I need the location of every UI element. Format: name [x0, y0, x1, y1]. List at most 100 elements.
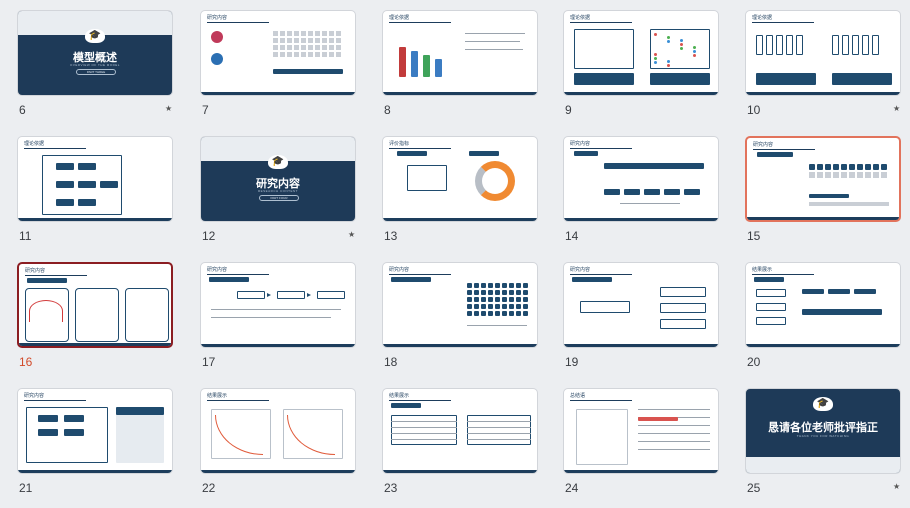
part-pill: PART FOUR [259, 195, 299, 201]
slide-cell-23[interactable]: 结果展示 23 [382, 388, 540, 508]
slide-thumbnail-15[interactable]: 研究内容 [745, 136, 901, 222]
grid-cell [308, 31, 313, 36]
grid-cell [488, 290, 493, 295]
header-chip [27, 278, 67, 283]
table-row-line [391, 439, 457, 440]
slide-cell-24[interactable]: 总结语 24 [563, 388, 721, 508]
slide-cell-15[interactable]: 研究内容 15 [745, 136, 903, 256]
table-row-line [467, 439, 531, 440]
slide-cell-19[interactable]: 研究内容 19 [563, 262, 721, 382]
text-line [638, 433, 710, 434]
slide-thumbnail-7[interactable]: 研究内容 [200, 10, 356, 96]
grid-cell [825, 164, 831, 170]
grid-cell [865, 164, 871, 170]
slide-cell-14[interactable]: 研究内容 14 [563, 136, 721, 256]
grid-cell [467, 304, 472, 309]
slide-subtitle: OVERVIEW OF THE MODEL [70, 63, 120, 67]
grid-cell [322, 31, 327, 36]
grid-cell [523, 304, 528, 309]
slide-cell-25[interactable]: 🎓 恳请各位老师批评指正 THANK YOU FOR WATCHING 25 ★ [745, 388, 903, 508]
slide-cell-21[interactable]: 研究内容 21 [17, 388, 175, 508]
slide-header: 结果展示 [389, 393, 410, 399]
slide-thumbnail-14[interactable]: 研究内容 [563, 136, 719, 222]
side-panel-header [116, 407, 164, 415]
title-slide-band [746, 457, 900, 473]
slide-cell-8[interactable]: 理论依据 8 [382, 10, 540, 130]
slide-subtitle: THANK YOU FOR WATCHING [796, 434, 850, 438]
slide-cell-12[interactable]: 🎓 研究内容 RESEARCH CONTENT PART FOUR 12 ★ [200, 136, 358, 256]
grid-cell [873, 164, 879, 170]
slide-thumbnail-10[interactable]: 理论依据 [745, 10, 901, 96]
header-chip [391, 403, 421, 408]
slide-thumbnail-8[interactable]: 理论依据 [382, 10, 538, 96]
chart-bar [411, 51, 418, 77]
slide-cell-11[interactable]: 理论依据 11 [17, 136, 175, 256]
slide-thumbnail-22[interactable]: 结果展示 [200, 388, 356, 474]
slide-header: 结果展示 [752, 267, 773, 273]
slide-thumbnail-11[interactable]: 理论依据 [17, 136, 173, 222]
grid-cell [474, 283, 479, 288]
scatter-dot [680, 47, 683, 50]
slide-cell-16[interactable]: 研究内容 16 [17, 262, 175, 382]
grid-cell [336, 52, 341, 57]
slide-thumbnail-19[interactable]: 研究内容 [563, 262, 719, 348]
slide-footer-bar [383, 470, 537, 473]
left-box [756, 289, 786, 297]
grid-cell [329, 31, 334, 36]
grid-cell [495, 304, 500, 309]
slide-thumbnail-16[interactable]: 研究内容 [17, 262, 173, 348]
slide-header: 评价指标 [389, 141, 410, 147]
grid-cell [322, 45, 327, 50]
header-underline [570, 148, 632, 149]
slide-thumbnail-13[interactable]: 评价指标 [382, 136, 538, 222]
slide-thumbnail-9[interactable]: 理论依据 [563, 10, 719, 96]
slide-cell-17[interactable]: 研究内容 17 [200, 262, 358, 382]
text-line [620, 203, 680, 204]
grid-cell [474, 290, 479, 295]
slide-footer-bar [201, 344, 355, 347]
scatter-dot [693, 54, 696, 57]
slide-cell-10[interactable]: 理论依据 10 ★ [745, 10, 903, 130]
slide-cell-20[interactable]: 结果展示 20 [745, 262, 903, 382]
text-line [638, 441, 710, 442]
text-line [638, 425, 710, 426]
grid-cell [467, 283, 472, 288]
slide-cell-22[interactable]: 结果展示 22 [200, 388, 358, 508]
slide-thumbnail-20[interactable]: 结果展示 [745, 262, 901, 348]
slide-thumbnail-18[interactable]: 研究内容 [382, 262, 538, 348]
slide-thumbnail-23[interactable]: 结果展示 [382, 388, 538, 474]
slide-thumbnail-12[interactable]: 🎓 研究内容 RESEARCH CONTENT PART FOUR [200, 136, 356, 222]
graduation-cap-icon: 🎓 [813, 397, 833, 411]
result-table [391, 415, 457, 445]
graduation-cap-icon: 🎓 [85, 29, 105, 43]
grid-cell [841, 172, 847, 178]
scatter-dot [667, 60, 670, 63]
flow-node [64, 429, 84, 436]
header-underline [389, 22, 451, 23]
slide-thumbnail-25[interactable]: 🎓 恳请各位老师批评指正 THANK YOU FOR WATCHING [745, 388, 901, 474]
slide-thumbnail-6[interactable]: 🎓 模型概述 OVERVIEW OF THE MODEL PART THREE [17, 10, 173, 96]
header-underline [389, 274, 451, 275]
slide-cell-6[interactable]: 🎓 模型概述 OVERVIEW OF THE MODEL PART THREE 6 ★ [17, 10, 175, 130]
slide-thumbnail-17[interactable]: 研究内容 [200, 262, 356, 348]
slide-thumbnail-21[interactable]: 研究内容 [17, 388, 173, 474]
flow-node [237, 291, 265, 299]
wide-bar [604, 163, 704, 169]
animation-star-icon: ★ [893, 104, 901, 113]
slide-title: 恳请各位老师批评指正 [768, 422, 878, 434]
text-line [638, 409, 710, 410]
slide-thumbnail-24[interactable]: 总结语 [563, 388, 719, 474]
slide-cell-9[interactable]: 理论依据 9 [563, 10, 721, 130]
slide-number: 6 [19, 103, 26, 117]
grid-cell [273, 38, 278, 43]
slide-cell-18[interactable]: 研究内容 18 [382, 262, 540, 382]
slide-cell-13[interactable]: 评价指标 13 [382, 136, 540, 256]
flow-node [317, 291, 345, 299]
slide-cell-7[interactable]: 研究内容 7 [200, 10, 358, 130]
step-box [624, 189, 640, 195]
grid-cell [481, 297, 486, 302]
text-line [211, 309, 341, 310]
branch-node [660, 303, 706, 313]
caption-box [832, 73, 892, 85]
slide-number: 23 [384, 481, 398, 495]
